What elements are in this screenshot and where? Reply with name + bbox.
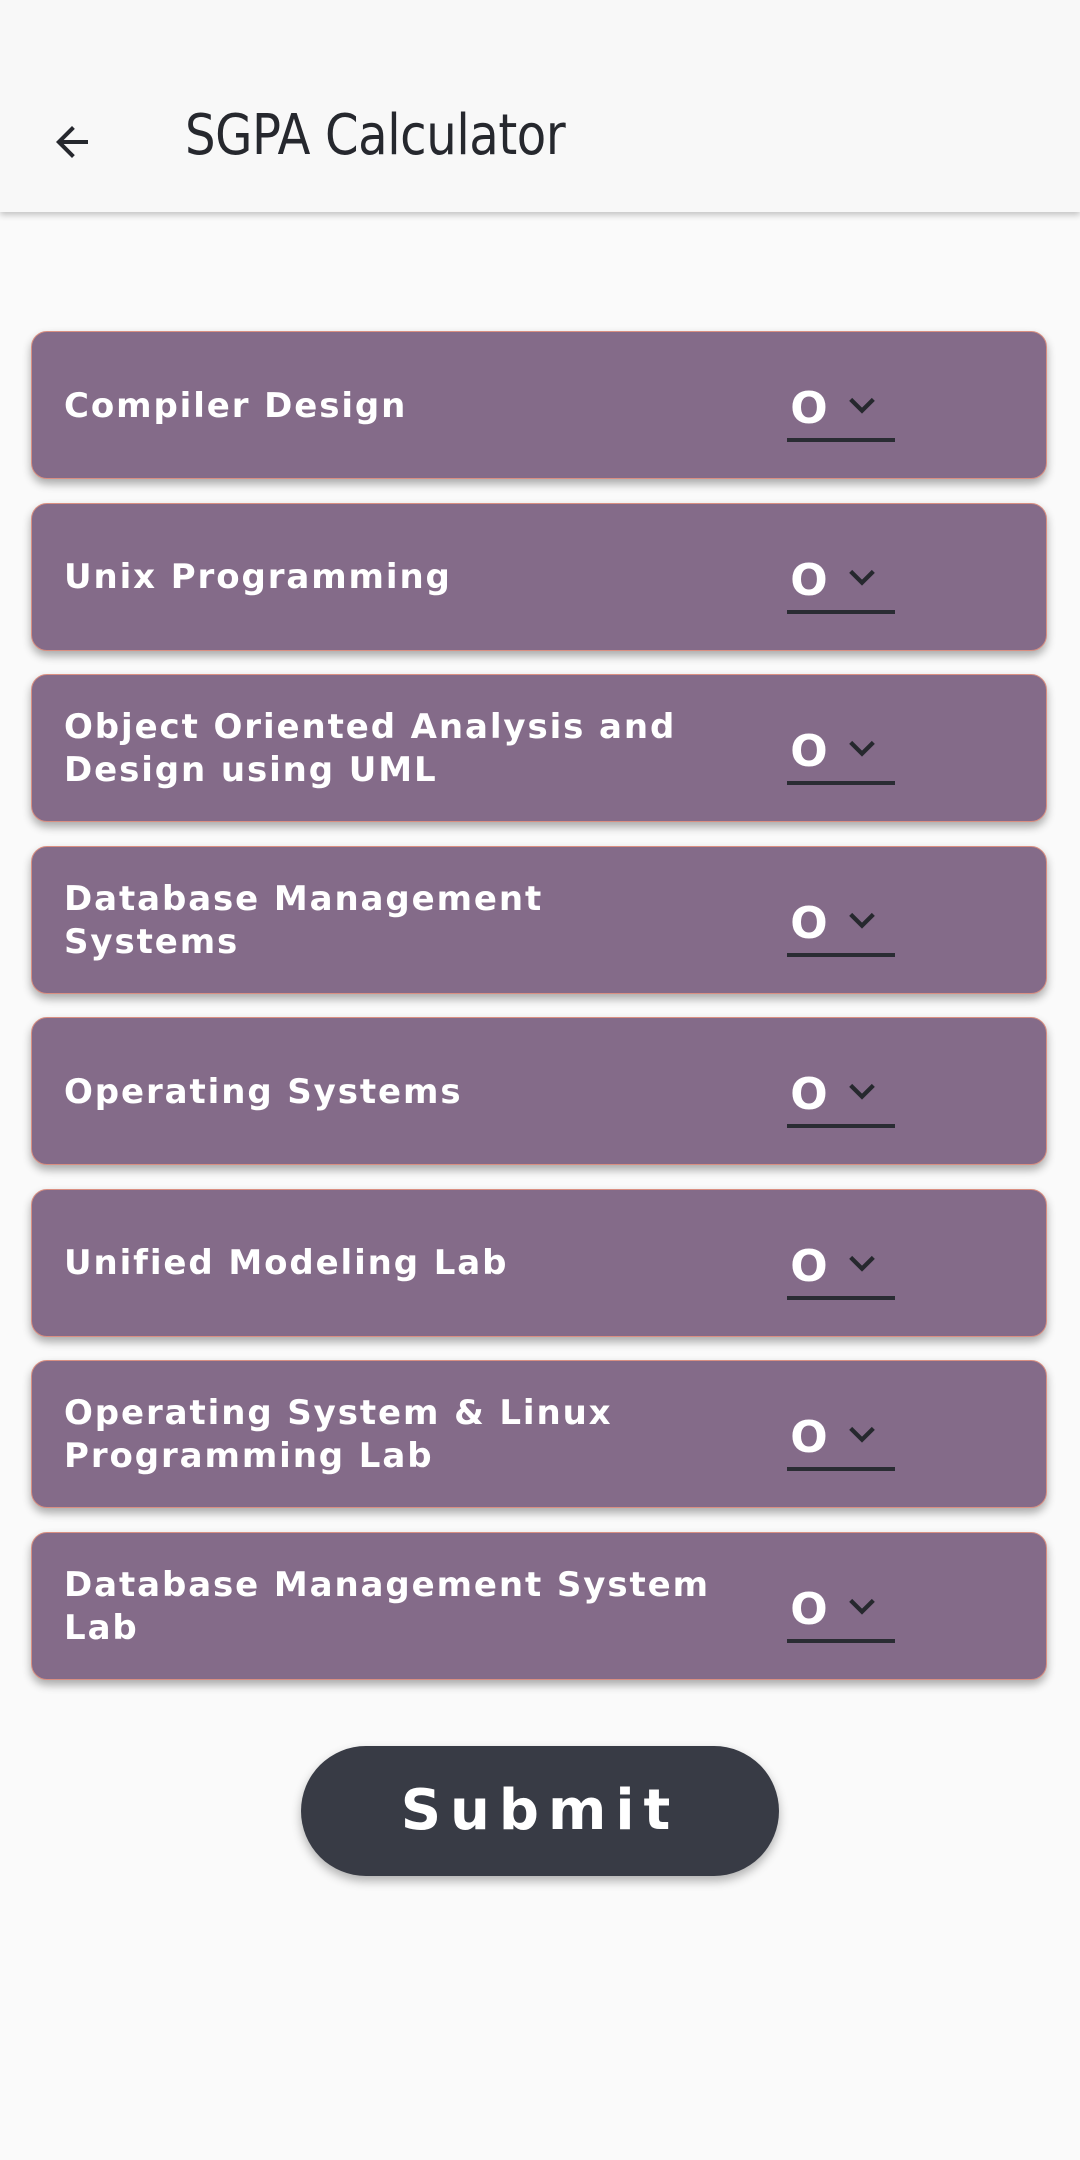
subject-name: Database Management Systems [64,878,544,962]
subject-card: Database Management System Lab O [31,1531,1047,1680]
chevron-down-icon [849,912,875,929]
subject-card: Unix Programming O [31,502,1047,651]
grade-dropdown[interactable]: O [787,382,895,442]
subject-card: Unified Modeling Lab O [31,1188,1047,1337]
grade-value: O [790,1069,828,1120]
chevron-down-icon [849,569,875,586]
subject-name: Unix Programming [64,557,452,597]
grade-dropdown[interactable]: O [787,1240,895,1300]
grade-value: O [790,1240,828,1292]
grade-value: O [790,897,828,949]
grade-dropdown[interactable]: O [787,1583,895,1643]
app-bar: SGPA Calculator [0,0,1080,212]
subject-name: Unified Modeling Lab [64,1243,509,1283]
subject-name: Database Management System Lab [64,1564,710,1648]
chevron-down-icon [849,397,875,414]
subject-list: Compiler Design O Unix Programming O Obj… [31,331,1049,1703]
subject-name: Compiler Design [64,385,408,426]
grade-dropdown[interactable]: O [787,725,895,785]
grade-value: O [790,383,828,434]
page-title: SGPA Calculator [185,103,566,168]
grade-value: O [790,554,828,606]
subject-card: Database Management Systems O [31,845,1047,994]
submit-button[interactable]: Submit [301,1746,779,1876]
subject-card: Operating Systems O [31,1017,1047,1165]
arrow-left-icon [56,126,88,158]
grade-dropdown[interactable]: O [787,1068,895,1128]
chevron-down-icon [849,740,875,757]
chevron-down-icon [849,1255,875,1272]
chevron-down-icon [849,1598,875,1615]
grade-value: O [790,1412,828,1463]
grade-dropdown[interactable]: O [787,1411,895,1471]
chevron-down-icon [849,1426,875,1443]
subject-card: Object Oriented Analysis and Design usin… [31,674,1047,822]
subject-name: Operating Systems [64,1071,463,1112]
subject-name: Object Oriented Analysis and Design usin… [64,707,677,790]
grade-value: O [790,726,828,777]
subject-card: Compiler Design O [31,331,1047,479]
subject-card: Operating System & Linux Programming Lab… [31,1360,1047,1508]
grade-value: O [790,1583,828,1635]
subject-name: Operating System & Linux Programming Lab [64,1393,613,1476]
grade-dropdown[interactable]: O [787,897,895,957]
chevron-down-icon [849,1083,875,1100]
grade-dropdown[interactable]: O [787,554,895,614]
back-button[interactable] [36,106,108,178]
